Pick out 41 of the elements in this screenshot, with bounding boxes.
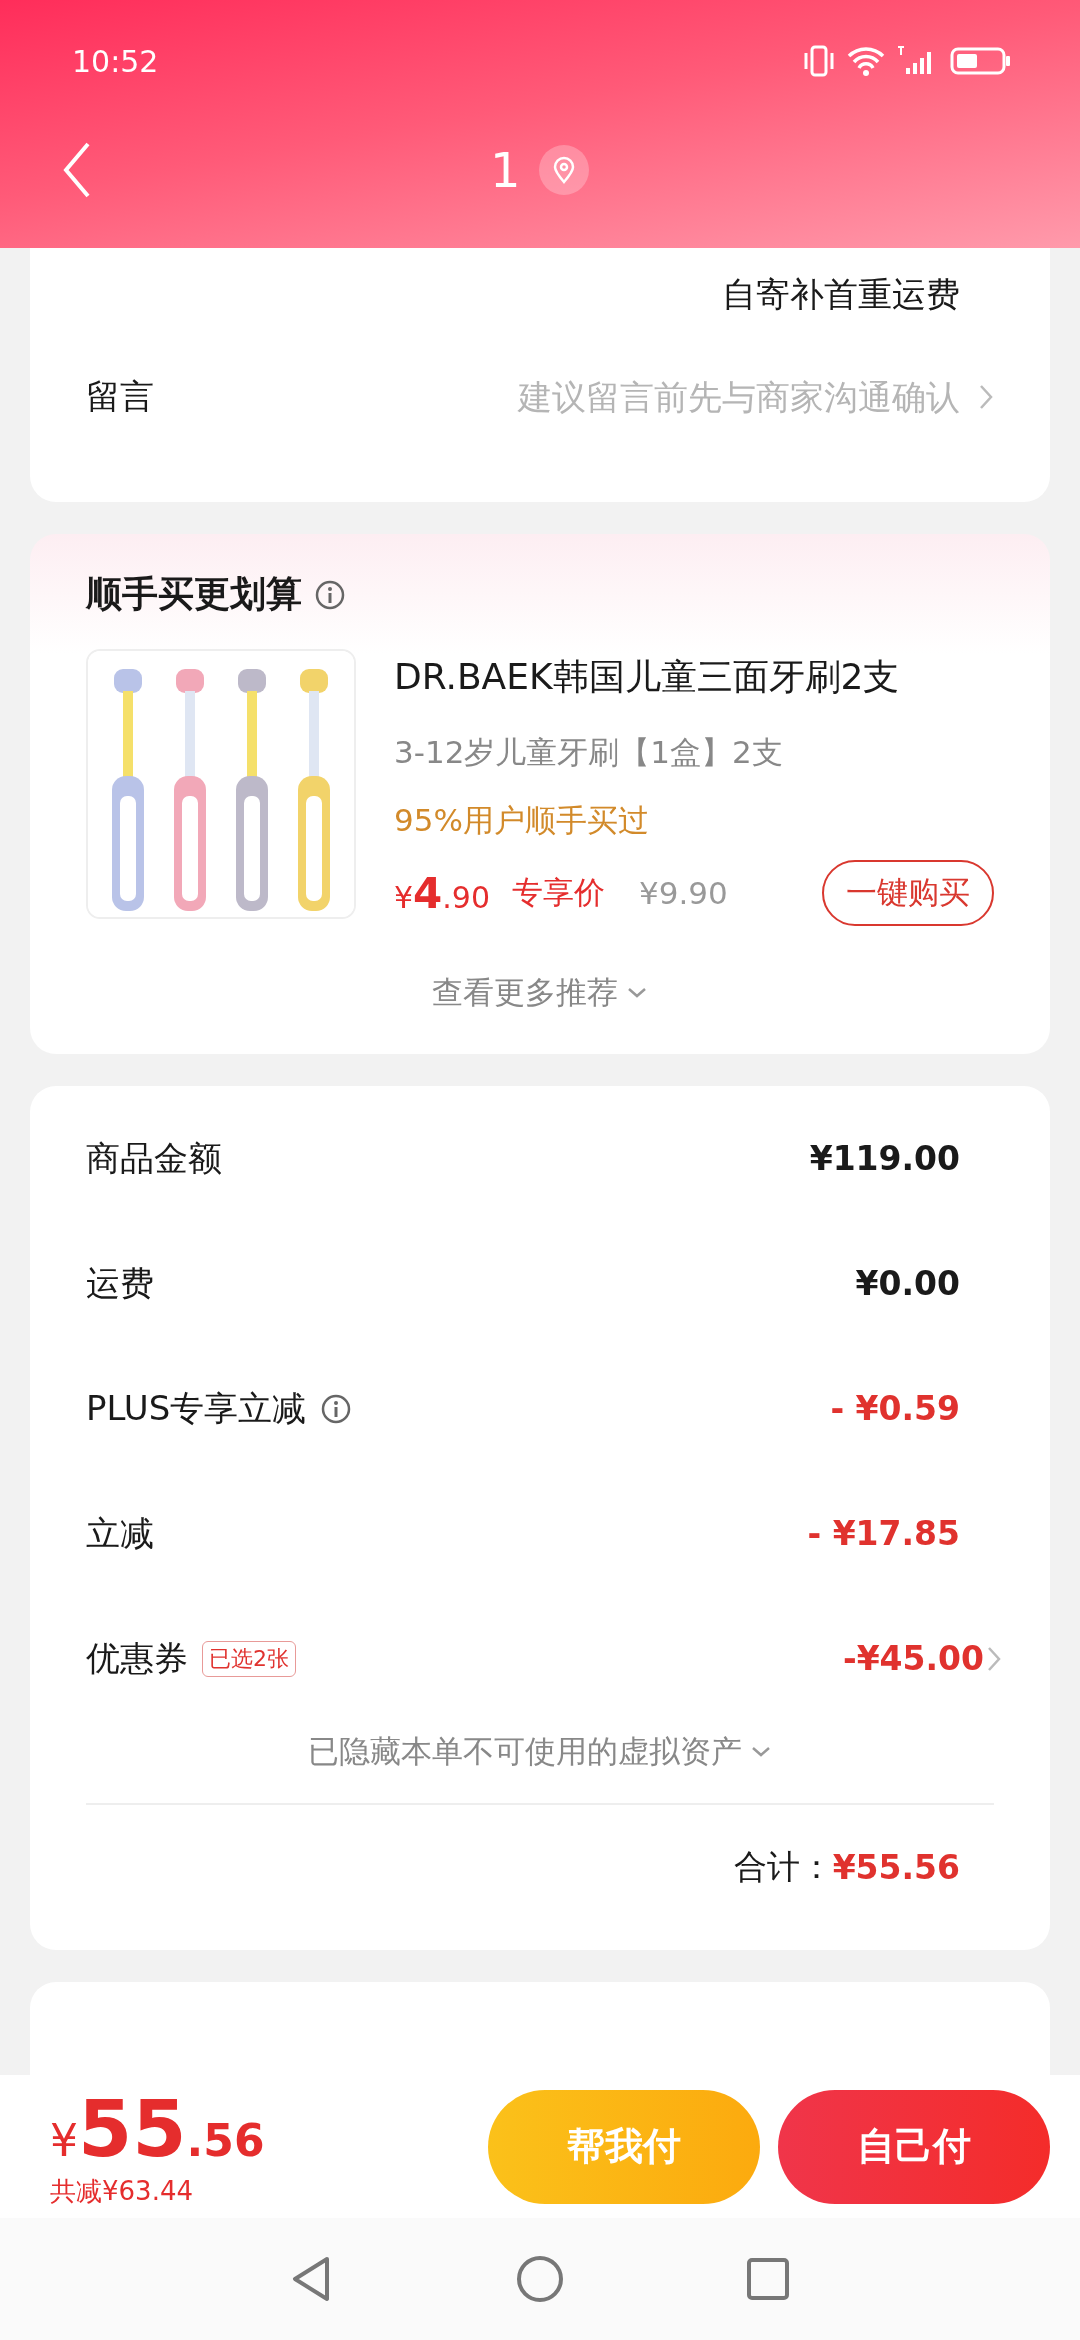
summary-label: 立减 — [86, 1511, 154, 1555]
message-label: 留言 — [86, 375, 154, 418]
home-nav-icon[interactable] — [515, 2254, 565, 2304]
hidden-assets-link[interactable]: 已隐藏本单不可使用的虚拟资产 — [308, 1731, 742, 1773]
info-icon[interactable] — [314, 578, 346, 611]
summary-label: 商品金额 — [86, 1136, 222, 1180]
back-icon[interactable] — [62, 142, 92, 198]
summary-value: -¥45.00 — [842, 1639, 984, 1678]
nav-title: 1 — [490, 142, 521, 198]
status-time: 10:52 — [72, 43, 159, 79]
saved-amount: 共减¥63.44 — [50, 2175, 194, 2208]
section-title: 顺手买更划算 — [86, 572, 302, 616]
price-tag: 专享价 — [512, 872, 606, 914]
purchase-hint: 95%用户顺手买过 — [394, 801, 650, 840]
chevron-down-icon[interactable] — [626, 986, 648, 1000]
shipping-note: 自寄补首重运费 — [722, 273, 960, 316]
total-label: 合计： — [733, 1846, 833, 1888]
original-price: ¥9.90 — [639, 875, 728, 911]
buy-button[interactable]: 一键购买 — [822, 860, 994, 926]
pay-button[interactable]: 自己付 — [778, 2089, 1050, 2204]
summary-label: PLUS专享立减 — [86, 1386, 307, 1430]
info-icon[interactable] — [320, 1392, 353, 1425]
summary-label: 优惠券 — [86, 1636, 188, 1680]
product-name[interactable]: DR.BAEK韩国儿童三面牙刷2支 — [394, 653, 994, 702]
product-spec: 3-12岁儿童牙刷【1盒】2支 — [394, 733, 784, 772]
chevron-down-icon[interactable] — [750, 1745, 772, 1759]
summary-value: - ¥17.85 — [807, 1514, 960, 1553]
location-pin-icon[interactable] — [538, 145, 589, 195]
chevron-right-icon[interactable] — [978, 383, 994, 411]
summary-label: 运费 — [86, 1261, 154, 1305]
summary-value: ¥119.00 — [809, 1139, 960, 1178]
message-field[interactable]: 建议留言前先与商家沟通确认 — [170, 376, 962, 418]
more-link[interactable]: 查看更多推荐 — [432, 972, 618, 1014]
product-price: ¥4.90 — [394, 868, 491, 918]
pay-amount: ¥55.56 — [50, 2084, 265, 2174]
wifi-icon — [846, 44, 886, 78]
coupon-tag: 已选2张 — [202, 1640, 296, 1677]
vibrate-icon — [802, 44, 836, 78]
summary-value: ¥0.00 — [855, 1264, 960, 1303]
total-value: ¥55.56 — [832, 1848, 960, 1887]
summary-value: - ¥0.59 — [830, 1389, 960, 1428]
